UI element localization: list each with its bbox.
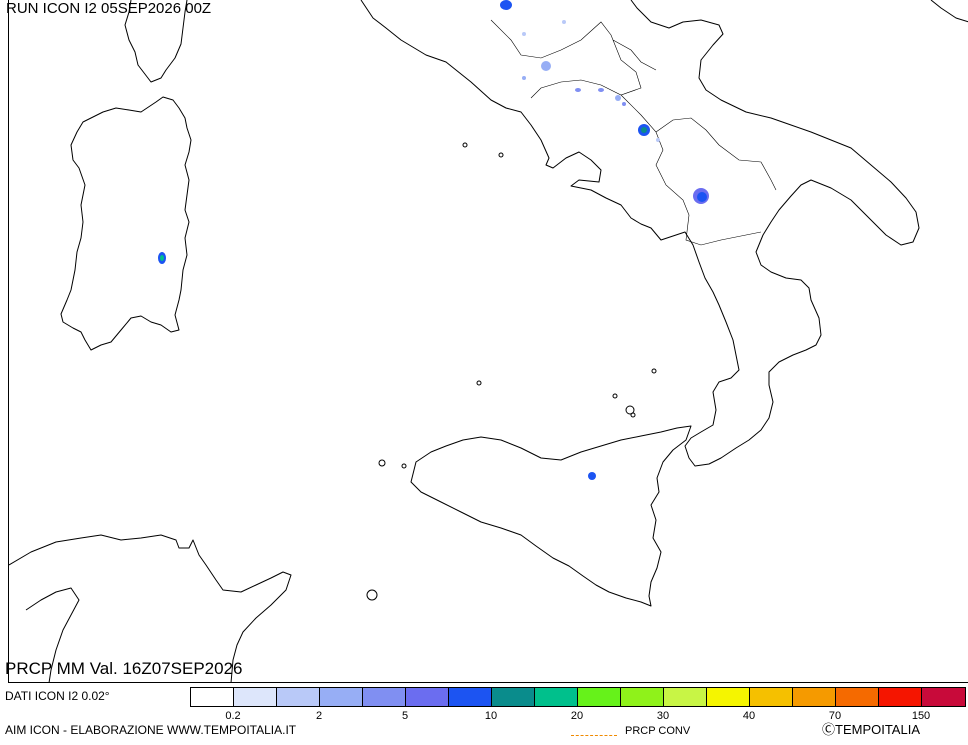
legend-swatch [277,688,320,706]
legend-swatch [449,688,492,706]
legend-swatch [363,688,406,706]
legend-swatch [793,688,836,706]
legend-swatch [578,688,621,706]
conv-line-sample [571,735,617,736]
color-legend [190,687,966,707]
legend-swatch [234,688,277,706]
legend-tick-label: 40 [742,710,756,722]
legend-swatch [320,688,363,706]
legend-swatch [535,688,578,706]
legend-tick-label: 150 [911,710,931,722]
legend-swatch [922,688,965,706]
italy-west-coast [360,0,920,467]
legend-swatch [879,688,922,706]
precip-patch-sicily [588,472,596,480]
legend-swatch [707,688,750,706]
legend-swatch [191,688,234,706]
legend-tick-label: 10 [484,710,498,722]
dati-label: DATI ICON I2 0.02° [5,689,110,703]
island-5 [378,459,386,467]
product-title: PRCP MM Val. 16Z07SEP2026 [5,659,243,678]
map-area [8,0,968,683]
legend-swatch [621,688,664,706]
island-10 [651,368,657,374]
conv-label: PRCP CONV [625,725,691,737]
sardinia-coast [60,96,192,351]
adriatic-north-coast [930,0,968,23]
legend-tick-label: 30 [656,710,670,722]
credit-right: ⒸTEMPOITALIA [822,722,920,737]
region-borders [490,19,777,246]
legend-tick-label: 5 [401,710,409,722]
credit-left: AIM ICON - ELABORAZIONE WWW.TEMPOITALIA.… [5,723,297,737]
run-title: RUN ICON I2 05SEP2026 00Z [6,0,212,17]
legend-swatch [406,688,449,706]
legend-tick-label: 20 [570,710,584,722]
island-9 [630,412,636,418]
coastline-map [9,0,968,683]
island-7 [462,142,468,148]
legend-tick-label: 2 [315,710,323,722]
precip-patch-north [500,0,512,10]
island-4 [476,380,482,386]
legend-swatch [750,688,793,706]
legend-swatch [836,688,879,706]
legend-tick-label: 0.2 [225,710,241,722]
legend-swatch [492,688,535,706]
island-8 [498,152,504,158]
sicily-coast [410,425,692,607]
island-3 [612,393,618,399]
legend-swatch [664,688,707,706]
island-6 [401,463,407,469]
legend-tick-label: 70 [828,710,842,722]
island-1 [366,589,378,601]
